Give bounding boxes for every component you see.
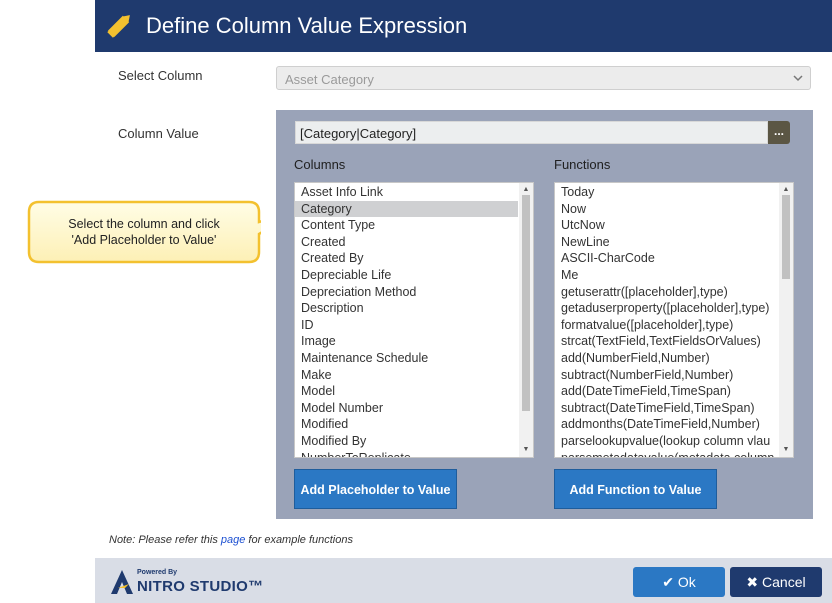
list-item[interactable]: NewLine [555, 234, 778, 251]
list-item[interactable]: formatvalue([placeholder],type) [555, 317, 778, 334]
pencil-icon [107, 15, 130, 38]
scroll-thumb[interactable] [522, 195, 530, 411]
list-item[interactable]: Me [555, 267, 778, 284]
scroll-down-icon[interactable]: ▼ [779, 445, 793, 455]
select-column-dropdown[interactable]: Asset Category [276, 66, 811, 90]
columns-list: Asset Info Link Category Content Type Creat… [295, 184, 518, 458]
list-item[interactable]: Today [555, 184, 778, 201]
callout-text: Select the column and click 'Add Placeho… [35, 216, 253, 248]
scroll-up-icon[interactable]: ▲ [779, 185, 793, 195]
functions-scrollbar[interactable]: ▲ ▼ [779, 183, 793, 457]
select-column-value: Asset Category [285, 72, 374, 87]
callout-line-2: 'Add Placeholder to Value' [71, 233, 217, 247]
list-item[interactable]: subtract(DateTimeField,TimeSpan) [555, 400, 778, 417]
columns-heading: Columns [294, 157, 346, 172]
list-item[interactable]: Model Number [295, 400, 518, 417]
brand-name: NITRO STUDIO™ [137, 578, 264, 595]
list-item[interactable]: addmonths(DateTimeField,Number) [555, 416, 778, 433]
add-placeholder-button[interactable]: Add Placeholder to Value [294, 469, 457, 509]
note-text: Note: Please refer this page for example… [109, 534, 353, 546]
list-item[interactable]: Depreciation Method [295, 284, 518, 301]
select-column-label: Select Column [118, 68, 203, 83]
list-item[interactable]: Content Type [295, 217, 518, 234]
list-item[interactable]: parsemetadatavalue(metadata column [555, 450, 778, 458]
list-item[interactable]: getuserattr([placeholder],type) [555, 284, 778, 301]
note-suffix: for example functions [245, 534, 353, 546]
nitro-logo-icon [111, 570, 133, 594]
list-item[interactable]: Category [295, 200, 518, 218]
list-item[interactable]: NumberToReplicate [295, 450, 518, 458]
cancel-button[interactable]: ✖ Cancel [730, 567, 822, 597]
ok-label: Ok [677, 574, 696, 590]
cancel-label: Cancel [762, 574, 806, 590]
list-item[interactable]: Modified By [295, 433, 518, 450]
scroll-up-icon[interactable]: ▲ [519, 185, 533, 195]
ok-button[interactable]: ✔ Ok [633, 567, 725, 597]
list-item[interactable]: strcat(TextField,TextFieldsOrValues) [555, 333, 778, 350]
chevron-down-icon [793, 75, 803, 82]
list-item[interactable]: ASCII-CharCode [555, 250, 778, 267]
add-function-button[interactable]: Add Function to Value [554, 469, 717, 509]
list-item[interactable]: getaduserproperty([placeholder],type) [555, 300, 778, 317]
list-item[interactable]: Maintenance Schedule [295, 350, 518, 367]
list-item[interactable]: Depreciable Life [295, 267, 518, 284]
list-item[interactable]: Asset Info Link [295, 184, 518, 201]
list-item[interactable]: subtract(NumberField,Number) [555, 367, 778, 384]
close-icon: ✖ [746, 574, 759, 590]
scroll-thumb[interactable] [782, 195, 790, 279]
list-item[interactable]: ID [295, 317, 518, 334]
expression-panel: [Category|Category] ... Columns Function… [276, 110, 813, 519]
list-item[interactable]: Modified [295, 416, 518, 433]
dialog-title-bar: Define Column Value Expression [95, 0, 832, 52]
powered-by-text: Powered By [137, 569, 178, 576]
column-value-input[interactable]: [Category|Category] [295, 121, 768, 144]
list-item[interactable]: add(NumberField,Number) [555, 350, 778, 367]
list-item[interactable]: Model [295, 383, 518, 400]
functions-list: Today Now UtcNow NewLine ASCII-CharCode Me get… [555, 184, 778, 458]
check-icon: ✔ [662, 574, 674, 590]
list-item[interactable]: add(DateTimeField,TimeSpan) [555, 383, 778, 400]
list-item[interactable]: Now [555, 201, 778, 218]
list-item[interactable]: UtcNow [555, 217, 778, 234]
tooltip-callout: Select the column and click 'Add Placeho… [27, 200, 261, 264]
list-item[interactable]: Make [295, 367, 518, 384]
example-functions-link[interactable]: page [221, 534, 245, 546]
dialog-title: Define Column Value Expression [146, 13, 468, 38]
list-item[interactable]: Image [295, 333, 518, 350]
define-column-value-dialog: Define Column Value Expression Select Co… [95, 0, 832, 603]
list-item[interactable]: Created [295, 234, 518, 251]
column-value-label: Column Value [118, 126, 199, 141]
list-item[interactable]: Description [295, 300, 518, 317]
nitro-studio-logo: Powered By NITRO STUDIO™ [109, 567, 269, 597]
scroll-down-icon[interactable]: ▼ [519, 445, 533, 455]
functions-heading: Functions [554, 157, 611, 172]
columns-scrollbar[interactable]: ▲ ▼ [519, 183, 533, 457]
column-value-text: [Category|Category] [300, 126, 417, 141]
functions-listbox[interactable]: Today Now UtcNow NewLine ASCII-CharCode Me get… [554, 182, 794, 458]
list-item[interactable]: parselookupvalue(lookup column vlau [555, 433, 778, 450]
note-prefix: Note: Please refer this [109, 534, 221, 546]
value-picker-button[interactable]: ... [768, 121, 790, 144]
callout-line-1: Select the column and click [68, 217, 220, 231]
columns-listbox[interactable]: Asset Info Link Category Content Type Creat… [294, 182, 534, 458]
list-item[interactable]: Created By [295, 250, 518, 267]
